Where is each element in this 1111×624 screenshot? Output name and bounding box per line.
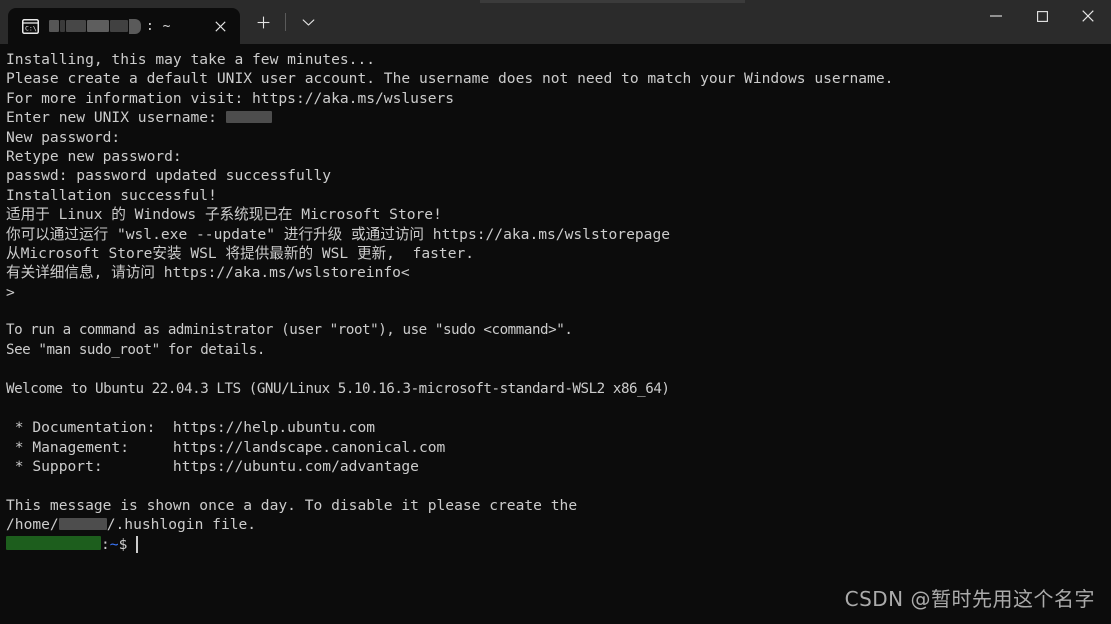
prompt-path: ~ [109,535,119,553]
terminal-line-text: New password: [6,128,121,146]
terminal-line: /home/ /.hushlogin file. [2,515,1111,534]
console-icon: C:\ [22,18,39,34]
terminal-line: * Management: https://landscape.canonica… [2,438,1111,457]
terminal-line: This message is shown once a day. To dis… [2,496,1111,515]
window-controls [973,0,1111,44]
terminal-line: > [2,283,1111,302]
title-bar: C:\ : ~ [0,0,1111,44]
terminal-line-text: Retype new password: [6,147,182,165]
minimize-icon[interactable] [973,0,1019,32]
prompt-user-host-redaction [6,536,101,551]
terminal-window: C:\ : ~ Installing, this may take a few … [0,0,1111,624]
terminal-tab[interactable]: C:\ : ~ [8,8,240,44]
terminal-line: 从Microsoft Store安装 WSL 将提供最新的 WSL 更新, fa… [2,244,1111,263]
terminal-line: Retype new password: [2,147,1111,166]
prompt-colon: : [101,535,110,553]
terminal-line-text: Welcome to Ubuntu 22.04.3 LTS (GNU/Linux… [6,380,670,397]
terminal-line: * Support: https://ubuntu.com/advantage [2,457,1111,476]
shell-prompt-line: : ~ $ [2,535,1111,554]
text-cursor [136,535,139,553]
terminal-line-text: Please create a default UNIX user accoun… [6,70,894,88]
chevron-down-icon[interactable] [291,5,325,39]
terminal-line-text: 从Microsoft Store安装 WSL 将提供最新的 WSL 更新, fa… [6,244,475,262]
prompt-sigil: $ [118,535,128,553]
tab-strip: C:\ : ~ [0,0,487,44]
terminal-line-text: Installing, this may take a few minutes.… [6,51,376,68]
terminal-line: 你可以通过运行 "wsl.exe --update" 进行升级 或通过访问 ht… [2,225,1111,244]
terminal-line: See "man sudo_root" for details. [2,341,1111,360]
tab-title: : ~ [49,18,206,34]
terminal-line-text: /home/ [6,516,59,534]
maximize-icon[interactable] [1019,0,1065,32]
terminal-line: 有关详细信息, 请访问 https://aka.ms/wslstoreinfo< [2,263,1111,282]
terminal-line: passwd: password updated successfully [2,166,1111,185]
titlebar-highlight-strip [480,0,745,3]
terminal-line: 适用于 Linux 的 Windows 子系统现已在 Microsoft Sto… [2,205,1111,224]
terminal-line-text: /.hushlogin file. [106,516,257,534]
redacted-text [225,111,272,124]
terminal-line-text: See "man sudo_root" for details. [6,341,265,358]
svg-text:C:\: C:\ [25,24,37,32]
watermark: CSDN @暂时先用这个名字 [844,587,1095,611]
close-window-icon[interactable] [1065,0,1111,32]
terminal-line-text: passwd: password updated successfully [6,167,332,185]
terminal-line: To run a command as administrator (user … [2,321,1111,340]
close-tab-icon[interactable] [206,13,234,39]
terminal-line-text: * Management: https://landscape.canonica… [6,438,446,456]
terminal-line-text: > [6,283,15,301]
terminal-line: Please create a default UNIX user accoun… [2,69,1111,88]
terminal-line: For more information visit: https://aka.… [2,89,1111,108]
terminal-line-text: Installation successful! [6,186,217,204]
terminal-line-text: 你可以通过运行 "wsl.exe --update" 进行升级 或通过访问 ht… [6,225,671,243]
terminal-line-text: 有关详细信息, 请访问 https://aka.ms/wslstoreinfo< [6,264,410,282]
tab-title-suffix: : ~ [146,18,171,34]
terminal-line-text: Enter new UNIX username: [6,109,226,127]
tab-bar-actions [240,0,325,44]
terminal-output-area[interactable]: Installing, this may take a few minutes.… [0,44,1111,624]
terminal-line: Installing, this may take a few minutes.… [2,50,1111,69]
terminal-line: * Documentation: https://help.ubuntu.com [2,418,1111,437]
tab-title-redaction [49,18,142,34]
terminal-line-text: * Support: https://ubuntu.com/advantage [6,458,419,476]
terminal-line: Welcome to Ubuntu 22.04.3 LTS (GNU/Linux… [2,380,1111,399]
terminal-line-list: Installing, this may take a few minutes.… [2,50,1111,535]
terminal-line: New password: [2,128,1111,147]
terminal-line: Enter new UNIX username: [2,108,1111,127]
terminal-line-text: To run a command as administrator (user … [6,322,573,339]
new-tab-icon[interactable] [246,5,280,39]
terminal-line-text: * Documentation: https://help.ubuntu.com [6,419,376,437]
terminal-line-text: This message is shown once a day. To dis… [6,496,578,514]
terminal-line-text: For more information visit: https://aka.… [6,89,455,107]
redacted-text [58,518,107,531]
tab-bar-divider [285,13,286,31]
terminal-line: Installation successful! [2,186,1111,205]
terminal-line-text: 适用于 Linux 的 Windows 子系统现已在 Microsoft Sto… [6,206,442,224]
